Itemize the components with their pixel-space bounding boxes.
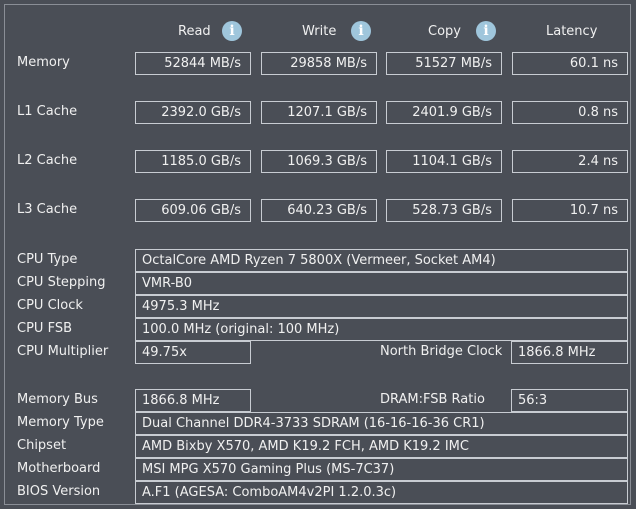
cpu-fsb-value: 100.0 MHz (original: 100 MHz) <box>135 318 628 341</box>
memory-type-value: Dual Channel DDR4-3733 SDRAM (16-16-16-3… <box>135 412 628 435</box>
chipset-value: AMD Bixby X570, AMD K19.2 FCH, AMD K19.2… <box>135 435 628 458</box>
cpu-type-label: CPU Type <box>17 252 78 267</box>
north-bridge-clock-label: North Bridge Clock <box>380 344 503 359</box>
l3-write-value: 640.23 GB/s <box>261 199 377 222</box>
l1-copy-value: 2401.9 GB/s <box>386 101 502 124</box>
memory-latency-value: 60.1 ns <box>512 52 628 75</box>
l3-copy-value: 528.73 GB/s <box>386 199 502 222</box>
chipset-label: Chipset <box>17 438 67 453</box>
dram-fsb-ratio-label: DRAM:FSB Ratio <box>380 392 485 407</box>
l3-read-value: 609.06 GB/s <box>135 199 251 222</box>
cpu-multiplier-value: 49.75x <box>135 341 251 364</box>
row-label-l1-cache: L1 Cache <box>17 104 78 119</box>
bios-version-label: BIOS Version <box>17 484 101 499</box>
l2-read-value: 1185.0 GB/s <box>135 150 251 173</box>
header-latency: Latency <box>546 24 598 39</box>
l1-latency-value: 0.8 ns <box>512 101 628 124</box>
l2-copy-value: 1104.1 GB/s <box>386 150 502 173</box>
memory-type-label: Memory Type <box>17 415 104 430</box>
l2-write-value: 1069.3 GB/s <box>261 150 377 173</box>
header-copy: Copy <box>428 24 461 39</box>
dram-fsb-ratio-value: 56:3 <box>511 389 628 412</box>
cpu-clock-label: CPU Clock <box>17 298 83 313</box>
cpu-stepping-label: CPU Stepping <box>17 275 106 290</box>
memory-bus-label: Memory Bus <box>17 392 98 407</box>
row-label-l2-cache: L2 Cache <box>17 153 78 168</box>
motherboard-label: Motherboard <box>17 461 101 476</box>
motherboard-value: MSI MPG X570 Gaming Plus (MS-7C37) <box>135 458 628 481</box>
cpu-clock-value: 4975.3 MHz <box>135 295 628 318</box>
cpu-multiplier-label: CPU Multiplier <box>17 344 109 359</box>
bios-version-value: A.F1 (AGESA: ComboAM4v2PI 1.2.0.3c) <box>135 481 628 504</box>
info-icon-write[interactable]: i <box>351 21 371 41</box>
header-write: Write <box>302 24 337 39</box>
l1-read-value: 2392.0 GB/s <box>135 101 251 124</box>
memory-read-value: 52844 MB/s <box>135 52 251 75</box>
l1-write-value: 1207.1 GB/s <box>261 101 377 124</box>
info-icon-read[interactable]: i <box>222 21 242 41</box>
cpu-fsb-label: CPU FSB <box>17 321 72 336</box>
info-icon-copy[interactable]: i <box>476 21 496 41</box>
cpu-stepping-value: VMR-B0 <box>135 272 628 295</box>
north-bridge-clock-value: 1866.8 MHz <box>511 341 628 364</box>
l3-latency-value: 10.7 ns <box>512 199 628 222</box>
cpu-type-value: OctalCore AMD Ryzen 7 5800X (Vermeer, So… <box>135 249 628 272</box>
memory-write-value: 29858 MB/s <box>261 52 377 75</box>
row-label-memory: Memory <box>17 55 70 70</box>
header-read: Read <box>178 24 211 39</box>
memory-copy-value: 51527 MB/s <box>386 52 502 75</box>
l2-latency-value: 2.4 ns <box>512 150 628 173</box>
memory-bus-value: 1866.8 MHz <box>135 389 251 412</box>
row-label-l3-cache: L3 Cache <box>17 202 78 217</box>
